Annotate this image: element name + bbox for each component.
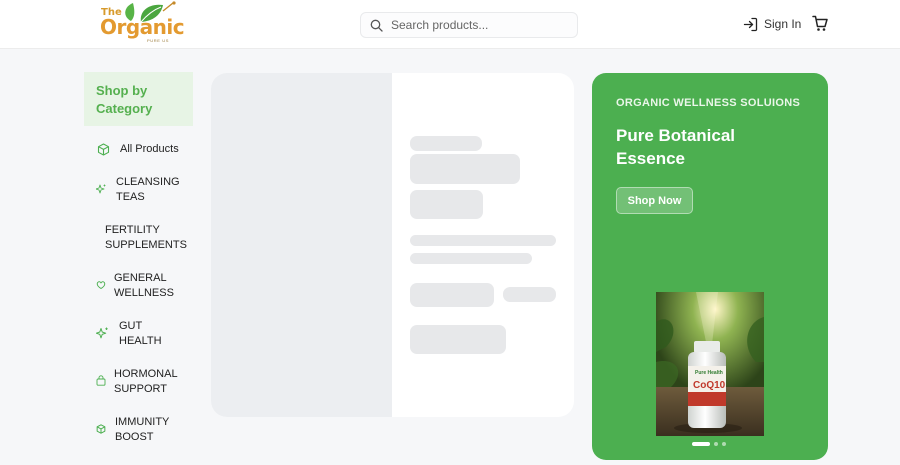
category-item-cleansing-teas[interactable]: CLEANSING TEAS	[84, 175, 193, 205]
cart-icon[interactable]	[812, 15, 828, 32]
category-item-general-wellness[interactable]: GENERAL WELLNESS	[84, 271, 193, 301]
category-label: HORMONAL SUPPORT	[114, 368, 178, 395]
category-item-all-products[interactable]: All Products	[84, 142, 193, 158]
supplement-bottle-image: Pure Health CoQ10	[656, 292, 764, 436]
skeleton-image	[211, 73, 392, 417]
category-label: CLEANSING TEAS	[116, 176, 180, 203]
sparkle-icon	[96, 327, 108, 339]
search-box	[360, 12, 578, 38]
category-item-fertility-supplements[interactable]: FERTILITY SUPPLEMENTS	[84, 223, 193, 253]
bag-icon	[96, 375, 106, 386]
skeleton-line	[410, 235, 556, 246]
category-label: IMMUNITY BOOST	[115, 416, 170, 443]
category-item-gut-health[interactable]: GUT HEALTH	[84, 319, 193, 349]
header: The Organic PURE US Sign In	[0, 0, 900, 49]
skeleton-line	[410, 154, 520, 184]
box-icon	[96, 424, 106, 434]
category-label: FERTILITY SUPPLEMENTS	[105, 224, 187, 251]
category-label: GUT HEALTH	[119, 320, 162, 347]
product-skeleton-card	[211, 73, 574, 417]
category-label: GENERAL WELLNESS	[114, 272, 174, 299]
carousel-dot[interactable]	[692, 442, 710, 446]
skeleton-line	[410, 253, 532, 264]
shop-now-button[interactable]: Shop Now	[616, 187, 693, 214]
promo-title: Pure Botanical Essence	[616, 126, 736, 168]
logo-tagline: PURE US	[147, 38, 169, 43]
category-sidebar: Shop by Category All Products CLEANSING …	[84, 72, 193, 443]
promo-banner: ORGANIC WELLNESS SOLUIONS Pure Botanical…	[592, 73, 828, 460]
category-heading: Shop by Category	[84, 72, 193, 126]
product-brand: Pure Health	[695, 370, 723, 376]
skeleton-line	[410, 136, 482, 151]
search-input[interactable]	[391, 16, 571, 34]
sparkle-icon	[96, 184, 106, 194]
skeleton-line	[503, 287, 556, 302]
logo[interactable]: The Organic PURE US	[99, 1, 185, 45]
category-item-immunity-boost[interactable]: IMMUNITY BOOST	[84, 415, 193, 445]
product-name: CoQ10	[693, 380, 726, 391]
carousel-dots	[692, 442, 726, 446]
skeleton-line	[410, 283, 494, 307]
promo-eyebrow: ORGANIC WELLNESS SOLUIONS	[616, 97, 801, 109]
sign-in-icon	[743, 17, 758, 31]
heart-icon	[96, 281, 106, 289]
search-icon	[370, 19, 383, 32]
skeleton-line	[410, 190, 483, 219]
category-item-hormonal-support[interactable]: HORMONAL SUPPORT	[84, 367, 193, 397]
skeleton-line	[410, 325, 506, 354]
logo-organic: Organic	[100, 15, 185, 39]
category-label: All Products	[120, 143, 179, 155]
carousel-dot[interactable]	[722, 442, 726, 446]
sign-in-label: Sign In	[764, 17, 802, 31]
carousel-dot[interactable]	[714, 442, 718, 446]
sign-in-button[interactable]: Sign In	[743, 15, 801, 33]
product-photo: Pure Health CoQ10	[656, 292, 764, 436]
box-icon	[97, 143, 110, 156]
